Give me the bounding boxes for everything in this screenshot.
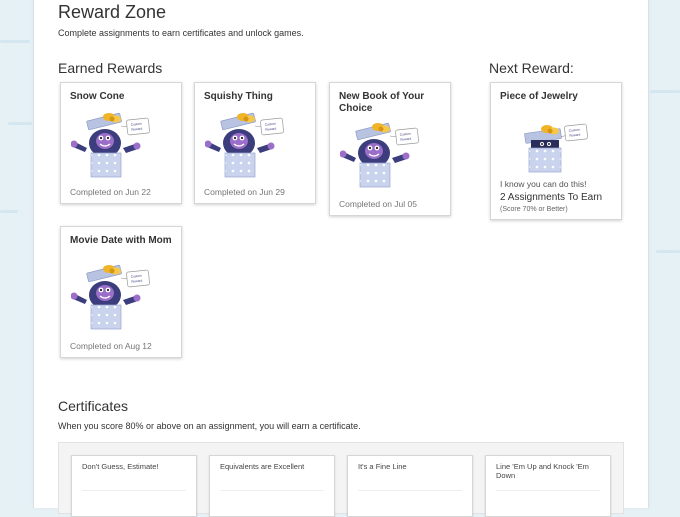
certificate-card[interactable]: Line 'Em Up and Knock 'Em Down [485, 455, 611, 517]
background-streak [8, 122, 32, 125]
monster-gift-icon [71, 264, 151, 330]
reward-completed-date: Completed on Jun 29 [204, 187, 285, 197]
certificate-title: Line 'Em Up and Knock 'Em Down [496, 462, 589, 480]
background-streak [656, 250, 680, 253]
monster-gift-icon [71, 112, 151, 178]
reward-card[interactable]: New Book of Your Choice Completed on Jul… [329, 82, 451, 216]
reward-card-title: Movie Date with Mom [70, 235, 172, 246]
reward-completed-date: Completed on Aug 12 [70, 341, 152, 351]
divider [358, 490, 462, 491]
divider [82, 490, 186, 491]
background-streak [0, 40, 30, 43]
certificate-card[interactable]: Don't Guess, Estimate! [71, 455, 197, 517]
reward-card-title: New Book of Your Choice [339, 91, 425, 114]
background-streak [650, 90, 680, 93]
monster-gift-icon [205, 112, 285, 178]
closed-gift-icon [523, 123, 589, 173]
next-reward-title: Piece of Jewelry [500, 91, 578, 102]
next-reward-count: 2 Assignments To Earn [500, 192, 603, 203]
certificates-heading: Certificates [58, 398, 129, 414]
next-reward-hint: (Score 70% or Better) [500, 206, 568, 213]
certificate-card[interactable]: It's a Fine Line [347, 455, 473, 517]
page-title: Reward Zone [58, 2, 167, 22]
reward-completed-date: Completed on Jul 05 [339, 199, 417, 209]
earned-rewards-heading: Earned Rewards [58, 60, 163, 76]
reward-completed-date: Completed on Jun 22 [70, 187, 151, 197]
monster-gift-icon [340, 122, 420, 188]
certificate-title: It's a Fine Line [358, 462, 407, 471]
reward-zone-panel: Reward Zone Complete assignments to earn… [33, 0, 649, 517]
certificates-description: When you score 80% or above on an assign… [58, 421, 361, 431]
divider [220, 490, 324, 491]
reward-card[interactable]: Movie Date with Mom Completed on Aug 12 [60, 226, 182, 358]
reward-card[interactable]: Snow Cone Completed on Jun 22 [60, 82, 182, 204]
certificate-title: Equivalents are Excellent [220, 462, 305, 471]
next-reward-card[interactable]: Piece of Jewelry I know you can do this!… [490, 82, 622, 220]
page-subtitle: Complete assignments to earn certificate… [58, 28, 304, 38]
next-reward-heading: Next Reward: [489, 60, 574, 76]
next-reward-message: I know you can do this! [500, 179, 587, 189]
certificate-title: Don't Guess, Estimate! [82, 462, 159, 471]
reward-card-title: Squishy Thing [204, 91, 273, 102]
reward-card-title: Snow Cone [70, 91, 125, 102]
background-streak [0, 210, 18, 213]
divider [496, 490, 600, 491]
certificate-tray: Don't Guess, Estimate! Equivalents are E… [58, 442, 624, 517]
certificate-card[interactable]: Equivalents are Excellent [209, 455, 335, 517]
reward-card[interactable]: Squishy Thing Completed on Jun 29 [194, 82, 316, 204]
